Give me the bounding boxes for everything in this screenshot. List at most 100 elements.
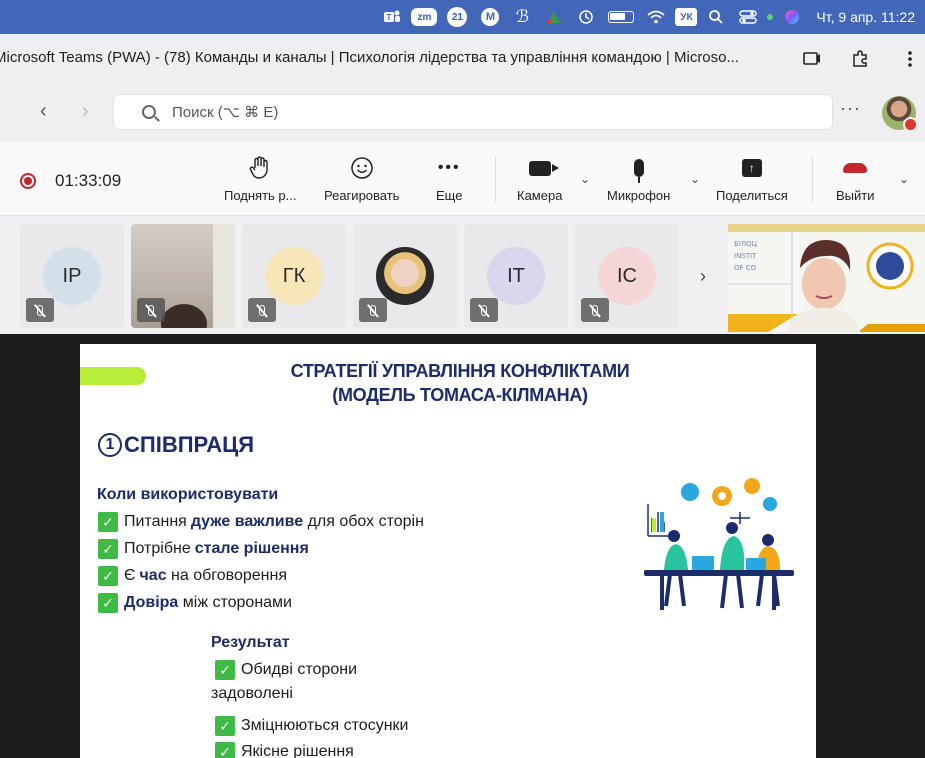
raise-hand-button[interactable]: Поднять р... [224, 154, 297, 203]
microphone-options-chevron-icon[interactable]: ⌄ [690, 172, 700, 186]
list-item: ✓ Довіра між сторонами [98, 593, 292, 613]
svg-text:БІЛОЦ: БІЛОЦ [734, 240, 758, 248]
participant-avatar [376, 247, 434, 305]
siri-icon[interactable] [779, 6, 805, 28]
highlight-bar [80, 367, 146, 385]
react-button[interactable]: Реагировать [324, 154, 399, 203]
camera-label: Камера [517, 188, 563, 203]
participants-strip: IP ГК IT IC › БІЛОЦ INSTIT OF CO [0, 216, 925, 334]
svg-text:INSTIT: INSTIT [734, 252, 757, 260]
muted-mic-icon [26, 298, 54, 322]
section-number: 1 [98, 433, 122, 457]
participant-video-tile[interactable] [131, 224, 235, 328]
microphone-icon [633, 154, 644, 183]
more-options-button[interactable]: ··· [840, 98, 861, 119]
when-to-use-heading: Коли використовувати [97, 486, 279, 503]
participant-initials: ГК [265, 247, 323, 305]
window-title-bar: Microsoft Teams (PWA) - (78) Команды и к… [0, 34, 925, 84]
react-label: Реагировать [324, 188, 400, 203]
list-item: ✓ Обидві сторони [215, 660, 357, 680]
status-dot [767, 14, 774, 20]
share-button[interactable]: ↑ Поделиться [716, 154, 788, 203]
share-label: Поделиться [716, 188, 788, 203]
share-icon: ↑ [741, 154, 762, 182]
participant-tile[interactable]: IT [464, 224, 568, 328]
more-dots-icon: ••• [437, 159, 461, 176]
slide-title: СТРАТЕГІЇ УПРАВЛІННЯ КОНФЛІКТАМИ (МОДЕЛЬ… [290, 361, 630, 405]
menubar-datetime[interactable]: Чт, 9 апр. 11:22 [816, 9, 915, 25]
muted-mic-icon [581, 298, 609, 322]
hang-up-icon [843, 154, 868, 182]
checkmark-icon: ✓ [98, 512, 118, 532]
checkmark-icon: ✓ [98, 593, 118, 613]
checkmark-icon: ✓ [215, 660, 235, 680]
search-input[interactable]: Поиск (⌥ ⌘ E) [113, 94, 833, 130]
shared-screen-area: СТРАТЕГІЇ УПРАВЛІННЯ КОНФЛІКТАМИ (МОДЕЛЬ… [0, 334, 925, 758]
script-icon[interactable]: ℬ [509, 6, 535, 28]
participant-tile[interactable]: IC [575, 224, 679, 328]
muted-mic-icon [470, 298, 498, 322]
raise-hand-label: Поднять р... [224, 188, 297, 203]
teams-icon[interactable]: T [379, 6, 405, 28]
next-participants-chevron-icon[interactable]: › [700, 266, 706, 287]
forward-arrow-icon[interactable]: › [82, 100, 89, 123]
list-item-continued: задоволені [211, 685, 293, 702]
zoom-icon[interactable]: zm [411, 8, 438, 26]
search-icon[interactable] [703, 6, 729, 28]
muted-mic-icon [359, 298, 387, 322]
microphone-button[interactable]: Микрофон [607, 154, 670, 203]
checkmark-icon: ✓ [215, 742, 235, 758]
teams-top-bar: ‹ › Поиск (⌥ ⌘ E) ··· [0, 84, 925, 142]
extensions-icon[interactable] [848, 47, 872, 71]
camera-button[interactable]: Камера [517, 154, 562, 203]
participant-initials: IC [598, 247, 656, 305]
participant-tile[interactable]: IP [20, 224, 124, 328]
app-badge-icon[interactable]: 21 [443, 6, 471, 28]
microphone-label: Микрофон [607, 188, 671, 203]
more-actions-button[interactable]: ••• Еще [436, 154, 462, 203]
result-heading: Результат [211, 634, 290, 651]
presentation-slide: СТРАТЕГІЇ УПРАВЛІННЯ КОНФЛІКТАМИ (МОДЕЛЬ… [80, 344, 816, 758]
participant-tile[interactable] [353, 224, 457, 328]
meeting-timer: 01:33:09 [55, 171, 122, 190]
search-placeholder: Поиск (⌥ ⌘ E) [172, 104, 279, 121]
keyboard-layout-icon[interactable]: УК [675, 8, 698, 26]
search-icon [142, 105, 156, 119]
section-heading: 1 СПІВПРАЦЯ [98, 432, 254, 458]
section-title: СПІВПРАЦЯ [124, 432, 255, 457]
leave-options-chevron-icon[interactable]: ⌄ [899, 172, 909, 186]
svg-text:OF CO: OF CO [734, 264, 757, 272]
time-machine-icon[interactable] [573, 6, 599, 28]
wifi-icon[interactable] [643, 6, 669, 28]
battery-icon[interactable] [608, 11, 635, 23]
more-label: Еще [436, 188, 463, 203]
kebab-menu-icon[interactable] [898, 47, 922, 71]
recording-icon [20, 173, 36, 189]
window-title: Microsoft Teams (PWA) - (78) Команды и к… [0, 49, 739, 66]
tree-icon[interactable] [541, 6, 567, 28]
presenter-video-tile[interactable]: БІЛОЦ INSTIT OF CO [728, 224, 925, 332]
camera-options-chevron-icon[interactable]: ⌄ [580, 172, 590, 186]
leave-button[interactable]: Выйти [836, 154, 875, 203]
muted-mic-icon [248, 298, 276, 322]
muted-mic-icon [137, 298, 165, 322]
checkmark-icon: ✓ [98, 566, 118, 586]
user-avatar[interactable] [882, 96, 918, 132]
messenger-icon[interactable]: M [477, 6, 503, 28]
checkmark-icon: ✓ [215, 716, 235, 736]
cast-icon[interactable] [800, 47, 824, 71]
checkmark-icon: ✓ [98, 539, 118, 559]
camera-icon [528, 154, 559, 182]
back-arrow-icon[interactable]: ‹ [40, 100, 47, 123]
svg-text:T: T [387, 13, 392, 22]
meeting-toolbar: 01:33:09 Поднять р... Реагировать ••• Ещ… [0, 142, 925, 216]
participant-video [161, 304, 207, 328]
macos-menu-bar: T zm 21 M ℬ УК Чт, 9 апр. 11:22 [0, 0, 925, 34]
teamwork-illustration [644, 478, 794, 610]
participant-tile[interactable]: ГК [242, 224, 346, 328]
leave-label: Выйти [836, 188, 875, 203]
smiley-icon [350, 154, 374, 182]
presenter-video: БІЛОЦ INSTIT OF CO [728, 224, 925, 332]
control-center-icon[interactable] [735, 6, 761, 28]
toolbar-divider [495, 156, 496, 202]
